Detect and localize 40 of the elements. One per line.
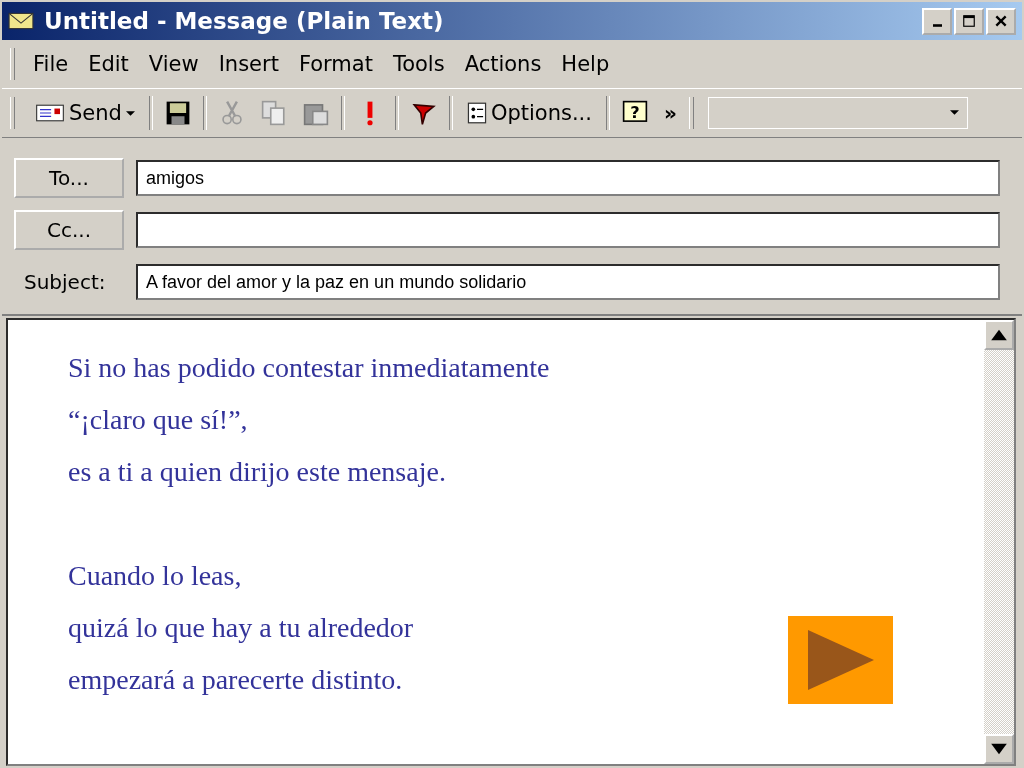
- message-line: “¡claro que sí!”,: [68, 403, 248, 437]
- menu-item[interactable]: Edit: [80, 50, 137, 78]
- input-field[interactable]: amigos: [136, 160, 1000, 196]
- caret-icon: [949, 110, 959, 115]
- envelope-icon: [35, 103, 65, 123]
- message-line: Si no has podido contestar inmediatamente: [68, 351, 550, 385]
- minimize-icon: [932, 24, 942, 27]
- address-button[interactable]: Cc...: [14, 210, 124, 250]
- field-label: Subject:: [23, 270, 107, 294]
- caret-icon: [125, 110, 135, 116]
- window-title: Untitled - Message (Plain Text): [44, 8, 445, 34]
- scroll-up-icon[interactable]: [984, 320, 1014, 350]
- message-line: quizá lo que hay a tu alrededor: [68, 611, 414, 645]
- menu-item[interactable]: Format: [290, 50, 381, 78]
- message-line: Cuando lo leas,: [68, 559, 242, 593]
- options-button[interactable]: Options...: [460, 99, 598, 127]
- menu-item[interactable]: Insert: [210, 50, 287, 78]
- maximize-icon: [962, 14, 976, 28]
- scroll-down-icon[interactable]: [984, 734, 1014, 764]
- message-line: empezará a parecerte distinto.: [68, 663, 403, 697]
- menu-item[interactable]: Actions: [456, 50, 550, 78]
- menu-item[interactable]: View: [140, 50, 207, 78]
- address-button[interactable]: To...: [14, 158, 124, 198]
- message-line: es a ti a quien dirijo este mensaje.: [68, 455, 446, 489]
- options-icon: [466, 102, 487, 124]
- input-field[interactable]: A favor del amor y la paz en un mundo solidario: [136, 264, 1000, 300]
- maximize-button[interactable]: [954, 7, 984, 35]
- save-icon[interactable]: [164, 100, 191, 126]
- minimize-button[interactable]: [922, 7, 952, 35]
- envelope-icon: [8, 11, 34, 31]
- play-button[interactable]: [788, 616, 893, 704]
- input-field[interactable]: [136, 212, 1000, 248]
- scrollbar[interactable]: [984, 320, 1014, 764]
- menu-item[interactable]: Help: [553, 50, 618, 78]
- send-button[interactable]: Send: [29, 99, 141, 127]
- close-button[interactable]: [986, 7, 1016, 35]
- menu-item[interactable]: File: [25, 50, 77, 78]
- close-icon: [994, 14, 1008, 28]
- overflow-button[interactable]: »: [659, 101, 681, 125]
- menu-item[interactable]: Tools: [384, 50, 453, 78]
